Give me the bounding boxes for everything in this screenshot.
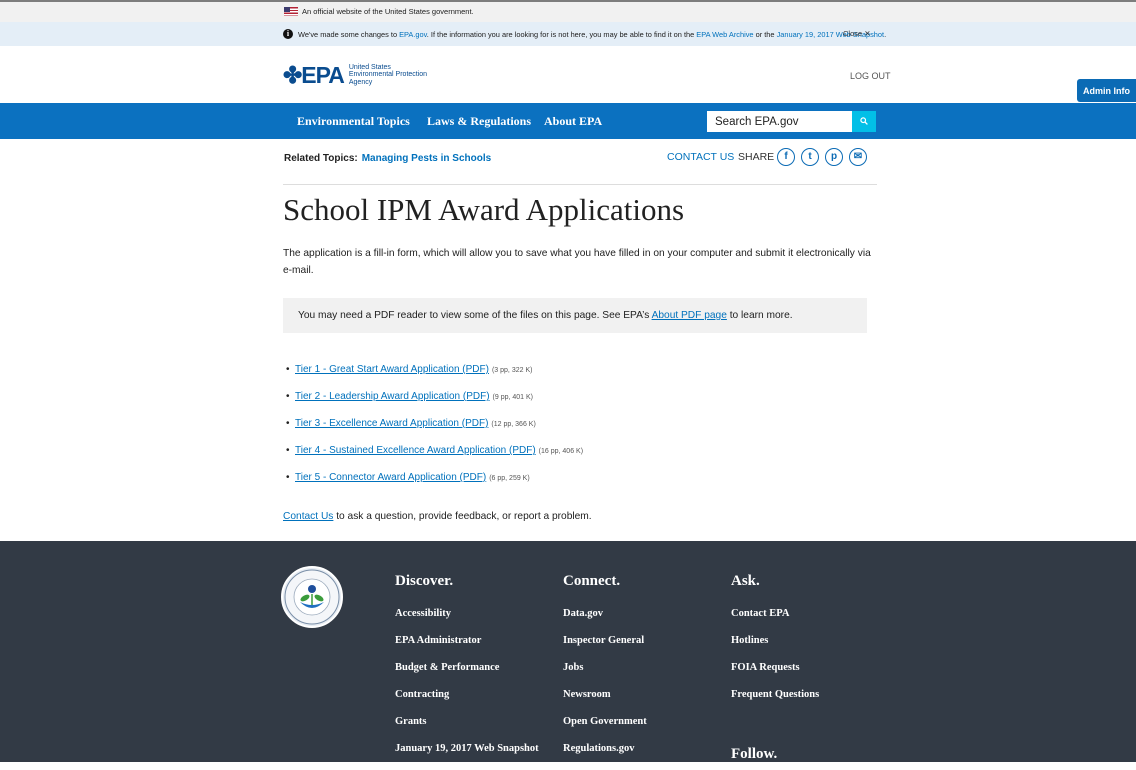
footer-link-budget[interactable]: Budget & Performance: [395, 662, 539, 689]
tier5-application-link[interactable]: Tier 5 - Connector Award Application (PD…: [295, 472, 486, 483]
footer-link-accessibility[interactable]: Accessibility: [395, 608, 539, 635]
epa-logo[interactable]: ✤EPA United States Environmental Protect…: [283, 61, 427, 89]
footer-link-contracting[interactable]: Contracting: [395, 689, 539, 716]
nav-laws-regulations[interactable]: Laws & Regulations: [427, 114, 531, 129]
notice-text: .: [884, 30, 887, 39]
tier4-application-link[interactable]: Tier 4 - Sustained Excellence Award Appl…: [295, 445, 536, 456]
agency-name: United States Environmental Protection A…: [349, 64, 427, 87]
pdf-note-prefix: You may need a PDF reader to view some o…: [298, 310, 652, 321]
application-list: • Tier 1 - Great Start Award Application …: [286, 364, 583, 499]
footer: Discover. Accessibility EPA Administrato…: [0, 541, 1136, 762]
footer-link-web-snapshot[interactable]: January 19, 2017 Web Snapshot: [395, 743, 539, 770]
file-meta: (3 pp, 322 K): [491, 367, 533, 374]
notice-message: We've made some changes to EPA.gov. If t…: [298, 30, 886, 39]
twitter-icon[interactable]: t: [801, 148, 819, 166]
search-icon: [860, 117, 868, 125]
logout-link[interactable]: LOG OUT: [850, 71, 891, 81]
footer-heading-connect: Connect.: [563, 573, 621, 589]
file-meta: (16 pp, 406 K): [538, 448, 584, 455]
related-topics: Related Topics: Managing Pests in Schools: [284, 153, 491, 164]
nav-environmental-topics[interactable]: Environmental Topics: [297, 114, 410, 129]
epa-logo-mark: ✤EPA: [283, 61, 345, 88]
page-title: School IPM Award Applications: [283, 192, 685, 227]
footer-link-regulations[interactable]: Regulations.gov: [563, 743, 647, 770]
footer-link-jobs[interactable]: Jobs: [563, 662, 647, 689]
nav-about-epa[interactable]: About EPA: [544, 114, 602, 129]
footer-heading-ask: Ask.: [731, 573, 760, 589]
file-meta: (9 pp, 401 K): [492, 394, 534, 401]
footer-ask: Ask. Contact EPA Hotlines FOIA Requests …: [731, 573, 819, 716]
epa-seal-logo: [281, 566, 343, 628]
gov-banner-text: An official website of the United States…: [302, 7, 474, 16]
search-input[interactable]: [707, 111, 852, 132]
list-item: • Tier 5 - Connector Award Application (P…: [286, 472, 530, 483]
notice-link-epa[interactable]: EPA.gov: [399, 30, 427, 39]
footer-link-faq[interactable]: Frequent Questions: [731, 689, 819, 716]
pdf-reader-note: You may need a PDF reader to view some o…: [283, 298, 867, 333]
footer-link-contact-epa[interactable]: Contact EPA: [731, 608, 819, 635]
file-meta: (6 pp, 259 K): [489, 475, 530, 482]
related-topic-link[interactable]: Managing Pests in Schools: [362, 153, 491, 164]
list-item: • Tier 2 - Leadership Award Application (…: [286, 391, 534, 402]
file-meta: (12 pp, 366 K): [491, 421, 536, 428]
footer-link-inspector-general[interactable]: Inspector General: [563, 635, 647, 662]
contact-line: Contact Us to ask a question, provide fe…: [283, 511, 592, 522]
notice-text: . If the information you are looking for…: [426, 30, 697, 39]
tier1-application-link[interactable]: Tier 1 - Great Start Award Application (…: [295, 364, 489, 375]
share-label: SHARE: [738, 151, 775, 163]
agency-line: United States: [348, 63, 391, 71]
notice-text: or the: [753, 30, 777, 39]
site-notice: i We've made some changes to EPA.gov. If…: [0, 22, 1136, 46]
list-item: • Tier 3 - Excellence Award Application (…: [286, 418, 536, 429]
notice-close-button[interactable]: Close ✕: [843, 29, 871, 38]
divider: [283, 184, 877, 185]
footer-link-grants[interactable]: Grants: [395, 716, 539, 743]
agency-line: Environmental Protection: [348, 71, 428, 79]
related-topics-label: Related Topics:: [284, 153, 358, 164]
notice-link-archive[interactable]: EPA Web Archive: [696, 30, 753, 39]
footer-link-open-government[interactable]: Open Government: [563, 716, 647, 743]
search-button[interactable]: [852, 111, 876, 132]
contact-us-bottom-link[interactable]: Contact Us: [283, 511, 333, 522]
tier2-application-link[interactable]: Tier 2 - Leadership Award Application (P…: [295, 391, 490, 402]
list-item: • Tier 4 - Sustained Excellence Award App…: [286, 445, 584, 456]
tier3-application-link[interactable]: Tier 3 - Excellence Award Application (P…: [295, 418, 488, 429]
email-icon[interactable]: ✉: [849, 148, 867, 166]
pdf-note-text: You may need a PDF reader to view some o…: [298, 310, 793, 321]
footer-link-newsroom[interactable]: Newsroom: [563, 689, 647, 716]
footer-discover: Discover. Accessibility EPA Administrato…: [395, 573, 539, 770]
admin-info-button[interactable]: Admin Info: [1077, 79, 1136, 102]
contact-line-text: to ask a question, provide feedback, or …: [333, 511, 592, 522]
us-flag-icon: [284, 7, 298, 16]
footer-link-foia[interactable]: FOIA Requests: [731, 662, 819, 689]
contact-us-link[interactable]: CONTACT US: [667, 151, 734, 163]
list-item: • Tier 1 - Great Start Award Application …: [286, 364, 533, 375]
agency-line: Agency: [348, 78, 373, 86]
intro-text: The application is a fill-in form, which…: [283, 248, 871, 276]
footer-heading-follow: Follow.: [731, 746, 778, 762]
epa-seal-icon: [284, 569, 340, 625]
main-nav: Environmental Topics Laws & Regulations …: [0, 103, 1136, 139]
info-icon: i: [283, 29, 293, 39]
pdf-note-suffix: to learn more.: [726, 310, 793, 321]
footer-heading-discover: Discover.: [395, 573, 454, 589]
footer-link-administrator[interactable]: EPA Administrator: [395, 635, 539, 662]
notice-text: We've made some changes to: [298, 30, 400, 39]
gov-banner: An official website of the United States…: [0, 0, 1136, 22]
pinterest-icon[interactable]: p: [825, 148, 843, 166]
about-pdf-link[interactable]: About PDF page: [652, 310, 727, 321]
footer-link-data-gov[interactable]: Data.gov: [563, 608, 647, 635]
facebook-icon[interactable]: f: [777, 148, 795, 166]
footer-link-hotlines[interactable]: Hotlines: [731, 635, 819, 662]
footer-connect: Connect. Data.gov Inspector General Jobs…: [563, 573, 647, 770]
